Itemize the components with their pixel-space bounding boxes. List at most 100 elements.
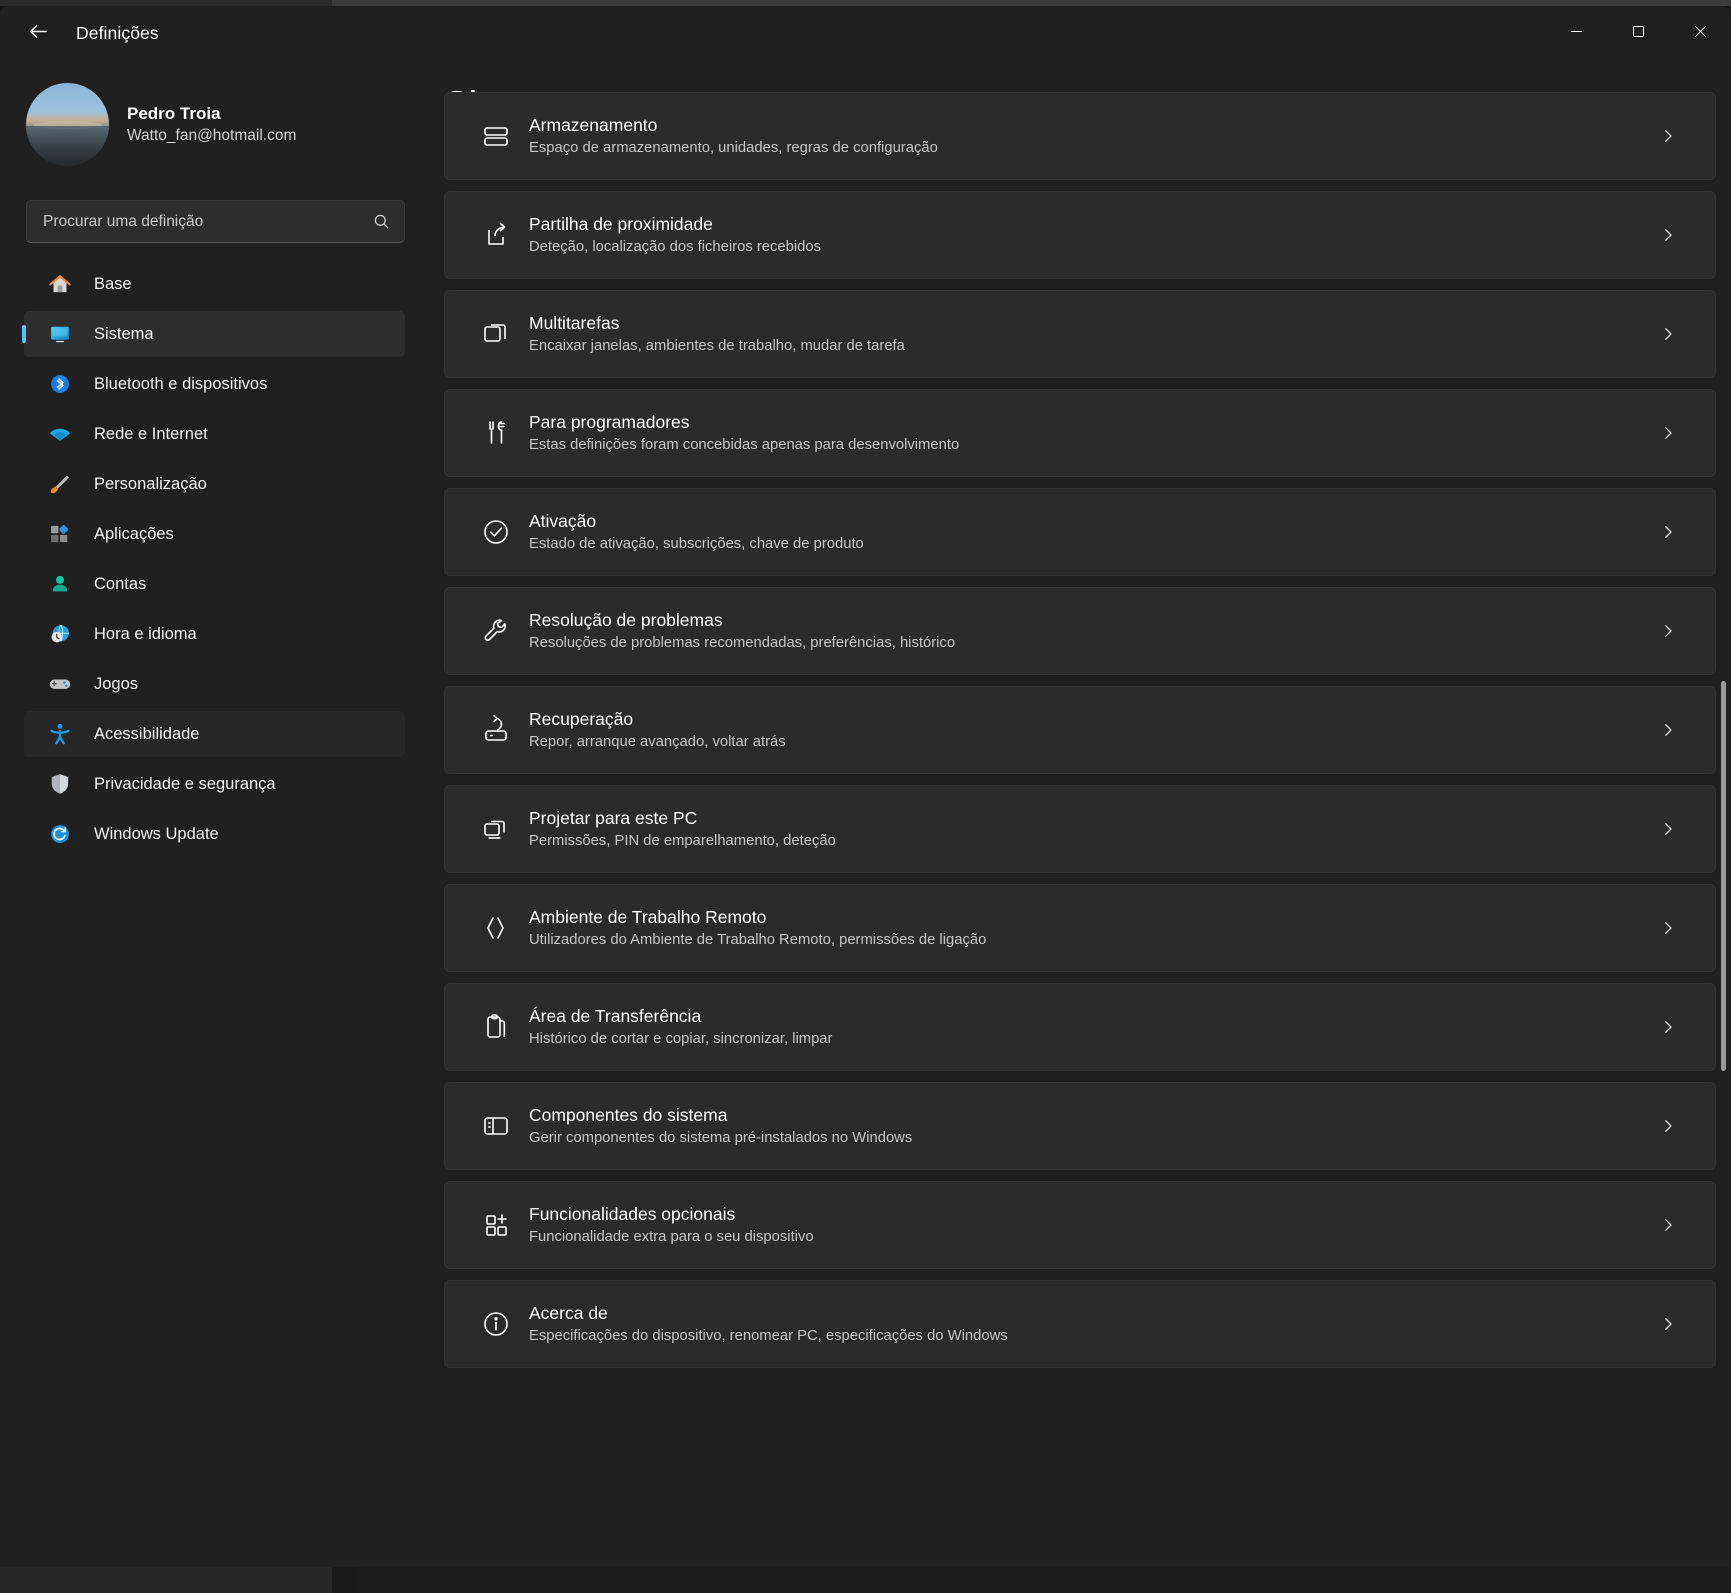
home-icon — [47, 271, 73, 297]
sidebar-item-label: Hora e idioma — [94, 625, 197, 644]
content-scrollbar[interactable] — [1718, 121, 1729, 1551]
title-bar: Definições — [0, 6, 1731, 61]
sidebar-item-windows-update[interactable]: Windows Update — [24, 811, 405, 857]
clipboard-icon — [475, 1011, 517, 1043]
close-icon — [1692, 23, 1709, 45]
account-email: Watto_fan@hotmail.com — [127, 126, 296, 147]
setting-title: Componentes do sistema — [529, 1103, 912, 1128]
setting-card-armazenamento[interactable]: Armazenamento Espaço de armazenamento, u… — [444, 92, 1716, 180]
sidebar-item-label: Sistema — [94, 325, 154, 344]
setting-card-projetar-para-este-pc[interactable]: Projetar para este PC Permissões, PIN de… — [444, 785, 1716, 873]
account-name: Pedro Troia — [127, 103, 296, 126]
back-arrow-icon — [27, 20, 50, 48]
bluetooth-icon — [47, 371, 73, 397]
setting-title: Acerca de — [529, 1301, 1008, 1326]
sidebar-item-acessibilidade[interactable]: Acessibilidade — [24, 711, 405, 757]
chevron-right-icon — [1659, 919, 1677, 937]
settings-list: Armazenamento Espaço de armazenamento, u… — [444, 139, 1716, 1379]
chevron-right-icon — [1659, 1216, 1677, 1234]
sidebar-item-label: Windows Update — [94, 825, 219, 844]
search-box[interactable] — [26, 200, 405, 243]
sidebar-item-base[interactable]: Base — [24, 261, 405, 307]
sidebar-item-privacidade[interactable]: Privacidade e segurança — [24, 761, 405, 807]
setting-title: Ambiente de Trabalho Remoto — [529, 905, 986, 930]
setting-title: Resolução de problemas — [529, 608, 955, 633]
sidebar-item-label: Rede e Internet — [94, 425, 208, 444]
setting-desc: Resoluções de problemas recomendadas, pr… — [529, 633, 955, 654]
sidebar-item-label: Bluetooth e dispositivos — [94, 375, 267, 394]
setting-card-para-programadores[interactable]: Para programadores Estas definições fora… — [444, 389, 1716, 477]
sidebar-item-contas[interactable]: Contas — [24, 561, 405, 607]
chevron-right-icon — [1659, 820, 1677, 838]
setting-title: Partilha de proximidade — [529, 212, 821, 237]
setting-desc: Gerir componentes do sistema pré-instala… — [529, 1128, 912, 1149]
settings-window: Definições — [0, 6, 1731, 1567]
chevron-right-icon — [1659, 1117, 1677, 1135]
sidebar-item-label: Personalização — [94, 475, 207, 494]
setting-card-acerca-de[interactable]: Acerca de Especificações do dispositivo,… — [444, 1280, 1716, 1368]
desktop-backdrop-bottom-left — [0, 1567, 332, 1593]
maximize-button[interactable] — [1607, 6, 1669, 61]
setting-title: Armazenamento — [529, 113, 938, 138]
setting-title: Funcionalidades opcionais — [529, 1202, 814, 1227]
search-icon — [372, 212, 391, 231]
wrench-icon — [475, 615, 517, 647]
setting-title: Projetar para este PC — [529, 806, 836, 831]
account-card[interactable]: Pedro Troia Watto_fan@hotmail.com — [26, 83, 430, 166]
sidebar-item-sistema[interactable]: Sistema — [24, 311, 405, 357]
setting-title: Multitarefas — [529, 311, 905, 336]
setting-desc: Permissões, PIN de emparelhamento, deteç… — [529, 831, 836, 852]
main-content: Sistema Armazenamento Espaço de armazena… — [430, 61, 1731, 1567]
setting-title: Ativação — [529, 509, 864, 534]
chevron-right-icon — [1659, 1315, 1677, 1333]
sidebar-item-label: Acessibilidade — [94, 725, 199, 744]
chevron-right-icon — [1659, 622, 1677, 640]
shield-icon — [47, 771, 73, 797]
optional-features-icon — [475, 1209, 517, 1241]
close-button[interactable] — [1669, 6, 1731, 61]
setting-card-recuperacao[interactable]: Recuperação Repor, arranque avançado, vo… — [444, 686, 1716, 774]
sidebar-item-jogos[interactable]: Jogos — [24, 661, 405, 707]
setting-card-area-de-transferencia[interactable]: Área de Transferência Histórico de corta… — [444, 983, 1716, 1071]
setting-desc: Encaixar janelas, ambientes de trabalho,… — [529, 336, 905, 357]
setting-card-resolucao-de-problemas[interactable]: Resolução de problemas Resoluções de pro… — [444, 587, 1716, 675]
chevron-right-icon — [1659, 127, 1677, 145]
setting-desc: Repor, arranque avançado, voltar atrás — [529, 732, 786, 753]
setting-card-componentes-do-sistema[interactable]: Componentes do sistema Gerir componentes… — [444, 1082, 1716, 1170]
sidebar-item-label: Privacidade e segurança — [94, 775, 276, 794]
wifi-icon — [47, 421, 73, 447]
chevron-right-icon — [1659, 721, 1677, 739]
scrollbar-thumb[interactable] — [1721, 681, 1726, 1071]
setting-card-partilha-de-proximidade[interactable]: Partilha de proximidade Deteção, localiz… — [444, 191, 1716, 279]
setting-desc: Estado de ativação, subscrições, chave d… — [529, 534, 864, 555]
avatar — [26, 83, 109, 166]
chevron-right-icon — [1659, 424, 1677, 442]
sidebar-item-personalizacao[interactable]: Personalização — [24, 461, 405, 507]
setting-card-multitarefas[interactable]: Multitarefas Encaixar janelas, ambientes… — [444, 290, 1716, 378]
setting-title: Para programadores — [529, 410, 959, 435]
sidebar-item-aplicacoes[interactable]: Aplicações — [24, 511, 405, 557]
gamepad-icon — [47, 671, 73, 697]
system-components-icon — [475, 1110, 517, 1142]
sidebar-item-bluetooth[interactable]: Bluetooth e dispositivos — [24, 361, 405, 407]
sidebar-item-hora-idioma[interactable]: Hora e idioma — [24, 611, 405, 657]
minimize-button[interactable] — [1545, 6, 1607, 61]
setting-card-funcionalidades-opcionais[interactable]: Funcionalidades opcionais Funcionalidade… — [444, 1181, 1716, 1269]
multitask-icon — [475, 318, 517, 350]
setting-desc: Especificações do dispositivo, renomear … — [529, 1326, 1008, 1347]
search-input[interactable] — [43, 213, 372, 231]
apps-icon — [47, 521, 73, 547]
sidebar-item-label: Jogos — [94, 675, 138, 694]
sidebar-nav: Base Sistema — [0, 261, 430, 857]
setting-desc: Espaço de armazenamento, unidades, regra… — [529, 138, 938, 159]
setting-desc: Histórico de cortar e copiar, sincroniza… — [529, 1029, 832, 1050]
setting-card-ativacao[interactable]: Ativação Estado de ativação, subscrições… — [444, 488, 1716, 576]
sidebar-item-rede[interactable]: Rede e Internet — [24, 411, 405, 457]
storage-icon — [475, 120, 517, 152]
back-button[interactable] — [14, 13, 62, 55]
project-screen-icon — [475, 813, 517, 845]
sidebar-item-label: Base — [94, 275, 132, 294]
monitor-icon — [47, 321, 73, 347]
setting-card-ambiente-de-trabalho-remoto[interactable]: Ambiente de Trabalho Remoto Utilizadores… — [444, 884, 1716, 972]
minimize-icon — [1568, 23, 1585, 45]
